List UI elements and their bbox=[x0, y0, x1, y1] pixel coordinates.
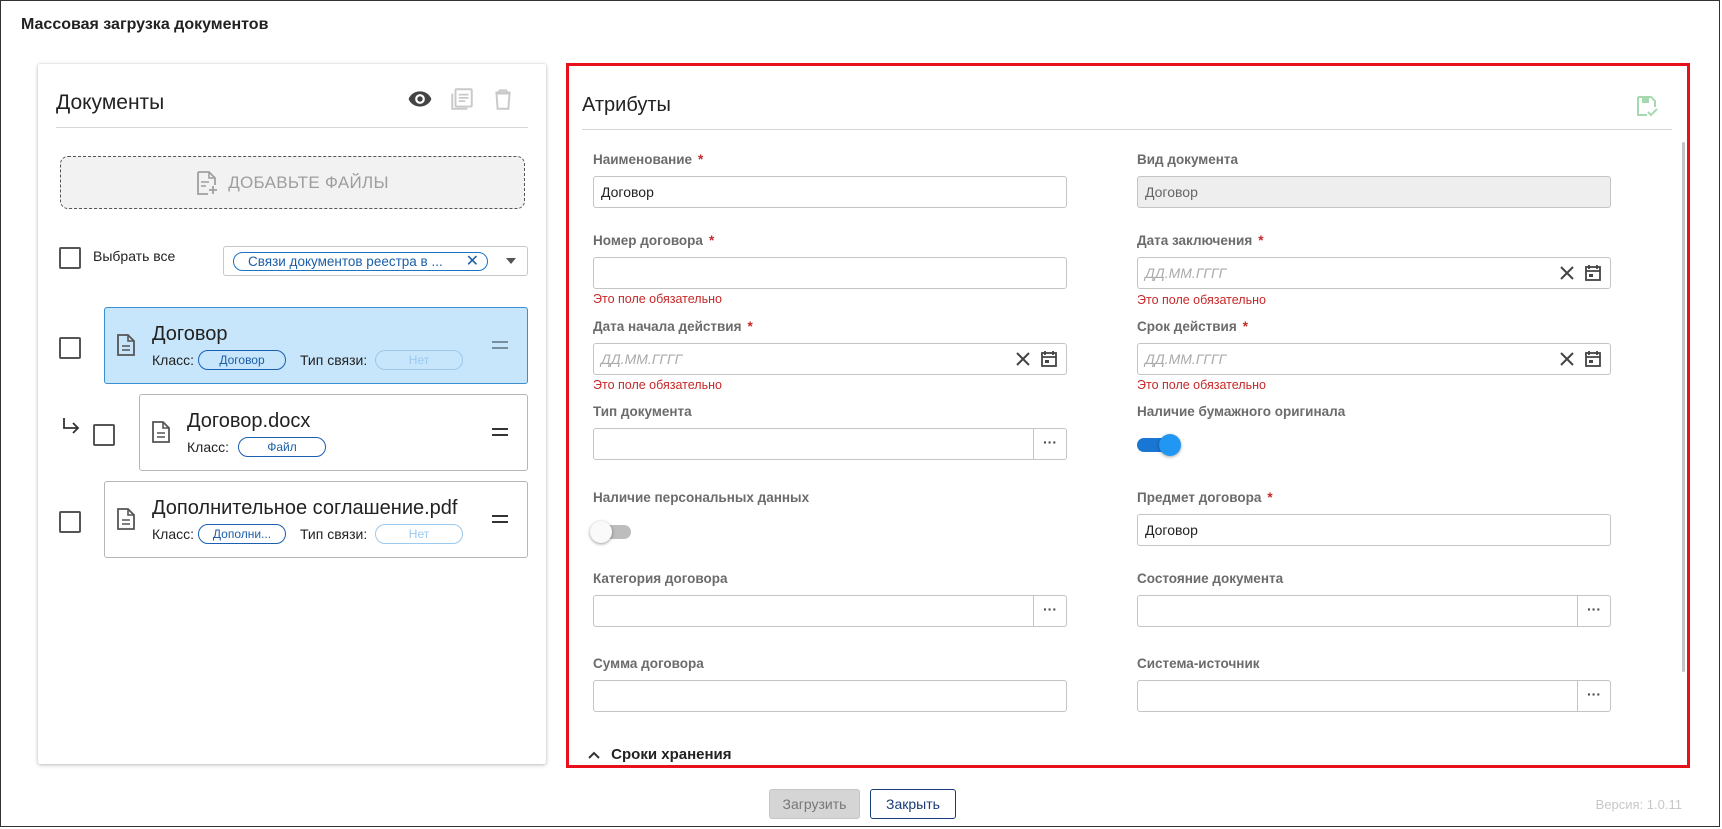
class-label: Класс: bbox=[187, 439, 229, 455]
amount-field[interactable] bbox=[593, 680, 1067, 712]
storage-section-label: Сроки хранения bbox=[611, 746, 732, 763]
document-card[interactable]: Дополнительное соглашение.pdf Класс: Доп… bbox=[104, 481, 528, 558]
version-label: Версия: 1.0.11 bbox=[1595, 797, 1682, 812]
term-placeholder: ДД.ММ.ГГГГ bbox=[1145, 351, 1227, 367]
chevron-up-icon bbox=[588, 751, 600, 759]
document-card[interactable]: Договор.docx Класс: Файл bbox=[139, 394, 528, 471]
amount-label: Сумма договора bbox=[593, 656, 704, 671]
class-pill[interactable]: Дополни... bbox=[198, 524, 286, 544]
document-name: Договор bbox=[152, 323, 228, 345]
class-label: Класс: bbox=[152, 526, 194, 542]
link-type-pill[interactable]: Нет bbox=[375, 524, 463, 544]
conclusion-date-placeholder: ДД.ММ.ГГГГ bbox=[1145, 265, 1227, 281]
add-files-button[interactable]: ДОБАВЬТЕ ФАЙЛЫ bbox=[60, 156, 525, 209]
contract-number-field[interactable] bbox=[593, 257, 1067, 289]
start-date-placeholder: ДД.ММ.ГГГГ bbox=[601, 351, 683, 367]
doc-kind-label: Вид документа bbox=[1137, 152, 1239, 167]
toggle-knob bbox=[1159, 434, 1181, 456]
more-options-button[interactable]: ··· bbox=[1577, 681, 1610, 711]
toggle-knob bbox=[590, 521, 612, 543]
calendar-icon[interactable] bbox=[1584, 264, 1602, 282]
clear-icon[interactable] bbox=[1558, 350, 1576, 368]
class-pill[interactable]: Договор bbox=[198, 350, 286, 370]
category-field[interactable]: ··· bbox=[593, 595, 1067, 627]
clear-icon[interactable] bbox=[1558, 264, 1576, 282]
drag-handle-icon[interactable] bbox=[492, 340, 508, 350]
conclusion-date-label: Дата заключения * bbox=[1137, 233, 1264, 248]
contract-number-error: Это поле обязательно bbox=[593, 292, 722, 306]
document-icon bbox=[152, 421, 170, 443]
personal-data-label: Наличие персональных данных bbox=[593, 490, 810, 505]
panel-divider bbox=[582, 129, 1672, 130]
contract-number-label: Номер договора * bbox=[593, 233, 715, 248]
chevron-down-icon[interactable] bbox=[506, 258, 516, 264]
close-button[interactable]: Закрыть bbox=[870, 789, 956, 819]
chip-close-icon[interactable]: ✕ bbox=[466, 253, 479, 270]
source-system-label: Система-источник bbox=[1137, 656, 1260, 671]
storage-section-header[interactable]: Сроки хранения bbox=[587, 746, 732, 763]
window-title: Массовая загрузка документов bbox=[21, 16, 269, 33]
drag-handle-icon[interactable] bbox=[492, 427, 508, 437]
load-button[interactable]: Загрузить bbox=[769, 789, 860, 819]
conclusion-date-field[interactable]: ДД.ММ.ГГГГ bbox=[1137, 257, 1611, 289]
document-name: Договор.docx bbox=[187, 410, 311, 432]
link-type-label: Тип связи: bbox=[300, 526, 368, 542]
panel-divider bbox=[56, 127, 528, 128]
child-arrow-icon bbox=[63, 418, 80, 434]
start-date-field[interactable]: ДД.ММ.ГГГГ bbox=[593, 343, 1067, 375]
attributes-title: Атрибуты bbox=[582, 94, 671, 116]
paper-original-label: Наличие бумажного оригинала bbox=[1137, 404, 1346, 419]
select-all-checkbox[interactable] bbox=[59, 247, 81, 269]
more-options-button[interactable]: ··· bbox=[1033, 429, 1066, 459]
name-label: Наименование * bbox=[593, 152, 704, 167]
documents-title: Документы bbox=[56, 91, 165, 114]
subject-field[interactable]: Договор bbox=[1137, 514, 1611, 546]
start-date-error: Это поле обязательно bbox=[593, 378, 722, 392]
item-checkbox[interactable] bbox=[59, 511, 81, 533]
more-options-button[interactable]: ··· bbox=[1577, 596, 1610, 626]
doc-state-field[interactable]: ··· bbox=[1137, 595, 1611, 627]
select-all-label: Выбрать все bbox=[93, 248, 176, 264]
class-pill[interactable]: Файл bbox=[238, 437, 326, 457]
item-checkbox[interactable] bbox=[93, 424, 115, 446]
doc-kind-field: Договор bbox=[1137, 176, 1611, 208]
category-label: Категория договора bbox=[593, 571, 728, 586]
document-card[interactable]: Договор Класс: Договор Тип связи: Нет bbox=[104, 307, 528, 384]
file-add-icon bbox=[197, 170, 218, 195]
link-type-filter[interactable]: Связи документов реестра в ... ✕ bbox=[223, 246, 528, 276]
link-type-pill[interactable]: Нет bbox=[375, 350, 463, 370]
trash-icon[interactable] bbox=[490, 86, 516, 112]
doc-type-label: Тип документа bbox=[593, 404, 692, 419]
document-icon bbox=[117, 334, 135, 356]
copy-list-icon[interactable] bbox=[449, 86, 475, 112]
name-field[interactable]: Договор bbox=[593, 176, 1067, 208]
term-error: Это поле обязательно bbox=[1137, 378, 1266, 392]
save-check-icon[interactable] bbox=[1635, 94, 1659, 118]
document-name: Дополнительное соглашение.pdf bbox=[152, 497, 458, 519]
filter-chip: Связи документов реестра в ... ✕ bbox=[233, 252, 488, 271]
item-checkbox[interactable] bbox=[59, 337, 81, 359]
term-label: Срок действия * bbox=[1137, 319, 1248, 334]
documents-panel: Документы ДОБАВЬТЕ ФАЙЛЫ Выбрать все Свя… bbox=[38, 64, 546, 764]
subject-label: Предмет договора * bbox=[1137, 490, 1273, 505]
eye-icon[interactable] bbox=[407, 86, 433, 112]
term-field[interactable]: ДД.ММ.ГГГГ bbox=[1137, 343, 1611, 375]
drag-handle-icon[interactable] bbox=[492, 514, 508, 524]
link-type-label: Тип связи: bbox=[300, 352, 368, 368]
calendar-icon[interactable] bbox=[1040, 350, 1058, 368]
doc-type-field[interactable]: ··· bbox=[593, 428, 1067, 460]
filter-chip-label: Связи документов реестра в ... bbox=[248, 254, 443, 269]
source-system-field[interactable]: ··· bbox=[1137, 680, 1611, 712]
add-files-label: ДОБАВЬТЕ ФАЙЛЫ bbox=[228, 172, 389, 192]
start-date-label: Дата начала действия * bbox=[593, 319, 753, 334]
more-options-button[interactable]: ··· bbox=[1033, 596, 1066, 626]
conclusion-date-error: Это поле обязательно bbox=[1137, 293, 1266, 307]
scrollbar[interactable] bbox=[1682, 142, 1685, 672]
attributes-panel: Атрибуты Наименование * Договор Вид докум… bbox=[566, 63, 1690, 768]
clear-icon[interactable] bbox=[1014, 350, 1032, 368]
doc-state-label: Состояние документа bbox=[1137, 571, 1284, 586]
calendar-icon[interactable] bbox=[1584, 350, 1602, 368]
class-label: Класс: bbox=[152, 352, 194, 368]
document-icon bbox=[117, 508, 135, 530]
